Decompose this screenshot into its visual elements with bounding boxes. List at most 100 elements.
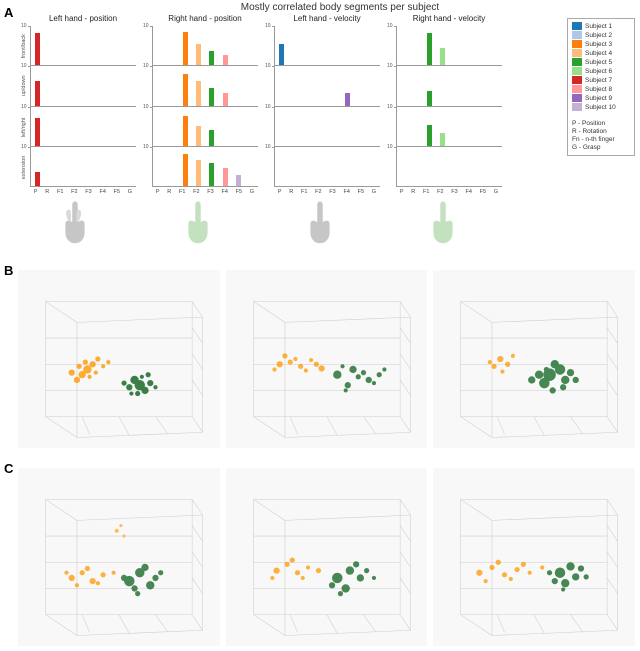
chart-area-3-3: 10 xyxy=(396,147,502,187)
legend-abbr-item: R - Rotation xyxy=(572,128,630,135)
x-label-1-2: F1 xyxy=(179,189,185,195)
section-c: C xyxy=(0,456,640,651)
chart-area-2-2: 10 xyxy=(274,107,380,147)
legend-subject-label: Subject 5 xyxy=(585,59,612,66)
legend-abbr-item: P - Position xyxy=(572,120,630,127)
bar-element xyxy=(209,51,214,65)
hand-icons-row xyxy=(14,198,504,246)
x-label-1-0: P xyxy=(156,189,160,195)
scatter-svg-b2 xyxy=(226,270,428,448)
bar-element xyxy=(35,172,40,186)
bar-element xyxy=(223,55,228,66)
chart-area-0-3: 10 xyxy=(30,147,136,187)
scatter-row-c xyxy=(18,468,635,646)
scatter-svg-c3 xyxy=(433,468,635,646)
chart-title-col-0: Left hand - position xyxy=(30,14,136,23)
sub-row-1-2: 10 xyxy=(140,107,258,147)
x-label-0-2: F1 xyxy=(57,189,63,195)
chart-area-0-1: 10 xyxy=(30,66,136,106)
legend-color-box xyxy=(572,67,582,75)
section-a-title: Mostly correlated body segments per subj… xyxy=(200,2,480,13)
x-label-1-3: F2 xyxy=(193,189,199,195)
sub-row-2-1: 10 xyxy=(262,66,380,106)
bar-element xyxy=(427,91,432,105)
section-c-label: C xyxy=(4,461,13,476)
sub-row-1-1: 10 xyxy=(140,66,258,106)
bar-element xyxy=(427,125,432,146)
x-label-1-7: G xyxy=(250,189,254,195)
bar-element xyxy=(183,154,188,186)
bar-element xyxy=(279,44,284,65)
hand-icon-left-vel xyxy=(296,198,344,246)
chart-title-col-2: Left hand - velocity xyxy=(274,14,380,23)
legend-abbr-item: Fn - n-th finger xyxy=(572,136,630,143)
sub-row-2-3: 10 xyxy=(262,147,380,187)
legend-subject-label: Subject 8 xyxy=(585,86,612,93)
x-label-1-1: R xyxy=(167,189,171,195)
chart-panel-col-3: Right hand - velocity10101010PRF1F2F3F4F… xyxy=(384,14,502,195)
sub-row-0-1: up/down10 xyxy=(18,66,136,106)
x-label-1-4: F3 xyxy=(207,189,213,195)
chart-area-2-0: 10 xyxy=(274,26,380,66)
bar-element xyxy=(236,175,241,186)
section-a: A Mostly correlated body segments per su… xyxy=(0,0,640,250)
chart-panel-col-2: Left hand - velocity10101010PRF1F2F3F4F5… xyxy=(262,14,380,195)
chart-area-1-2: 10 xyxy=(152,107,258,147)
bar-element xyxy=(223,93,228,105)
x-label-2-7: G xyxy=(372,189,376,195)
legend-box: Subject 1 Subject 2 Subject 3 Subject 4 Subj… xyxy=(567,18,635,156)
chart-area-3-1: 10 xyxy=(396,66,502,106)
legend-item: Subject 6 xyxy=(572,67,630,75)
y-label-2: left/right xyxy=(18,107,30,147)
legend-color-box xyxy=(572,49,582,57)
bar-element xyxy=(427,33,432,65)
bar-element xyxy=(209,130,214,146)
legend-subject-label: Subject 3 xyxy=(585,41,612,48)
legend-item: Subject 3 xyxy=(572,40,630,48)
figure-container: A Mostly correlated body segments per su… xyxy=(0,0,640,651)
chart-area-2-1: 10 xyxy=(274,66,380,106)
legend-item: Subject 9 xyxy=(572,94,630,102)
bar-element xyxy=(183,74,188,106)
legend-color-box xyxy=(572,85,582,93)
sub-row-2-2: 10 xyxy=(262,107,380,147)
chart-title-col-3: Right hand - velocity xyxy=(396,14,502,23)
bar-element xyxy=(196,160,201,186)
chart-title-col-1: Right hand - position xyxy=(152,14,258,23)
sub-row-1-0: 10 xyxy=(140,26,258,66)
legend-subject-label: Subject 4 xyxy=(585,50,612,57)
bar-element xyxy=(35,118,40,146)
x-label-0-7: G xyxy=(128,189,132,195)
bar-element xyxy=(183,116,188,146)
legend-abbr-item: G - Grasp xyxy=(572,144,630,151)
x-label-2-5: F4 xyxy=(343,189,349,195)
legend-color-box xyxy=(572,40,582,48)
x-label-2-2: F1 xyxy=(301,189,307,195)
legend-color-box xyxy=(572,76,582,84)
x-label-3-6: F5 xyxy=(480,189,486,195)
section-b: B xyxy=(0,258,640,453)
sub-row-1-3: 10 xyxy=(140,147,258,187)
chart-area-3-0: 10 xyxy=(396,26,502,66)
legend-item: Subject 2 xyxy=(572,31,630,39)
chart-area-1-3: 10 xyxy=(152,147,258,187)
scatter-svg-c1 xyxy=(18,468,220,646)
bar-element xyxy=(196,44,201,65)
legend-item: Subject 1 xyxy=(572,22,630,30)
bar-element xyxy=(223,168,228,186)
section-a-label: A xyxy=(4,5,13,20)
bar-element xyxy=(440,48,445,66)
legend-item: Subject 4 xyxy=(572,49,630,57)
legend-color-box xyxy=(572,58,582,66)
hand-icon-right-pos xyxy=(174,198,222,246)
legend-item: Subject 10 xyxy=(572,103,630,111)
legend-subject-label: Subject 2 xyxy=(585,32,612,39)
legend-subject-label: Subject 9 xyxy=(585,95,612,102)
x-label-3-1: R xyxy=(411,189,415,195)
chart-panel-col-0: Left hand - positionfront/back10up/down1… xyxy=(18,14,136,195)
legend-item: Subject 7 xyxy=(572,76,630,84)
hand-icon-right-vel xyxy=(419,198,467,246)
x-label-0-0: P xyxy=(34,189,38,195)
scatter-panel-c3 xyxy=(433,468,635,646)
bar-element xyxy=(209,163,214,186)
